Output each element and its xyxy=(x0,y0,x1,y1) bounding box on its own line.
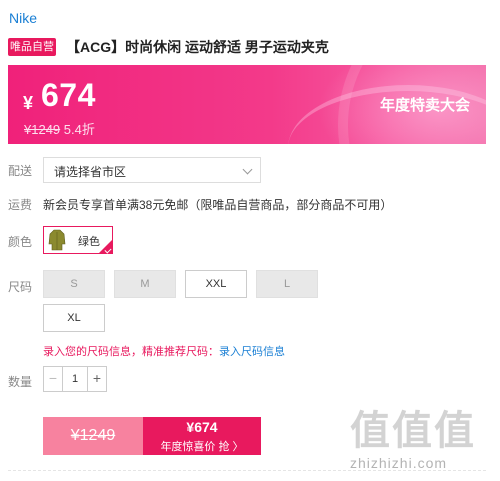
region-select[interactable]: 请选择省市区 xyxy=(43,157,261,183)
size-hint-link[interactable]: 录入尺码信息 xyxy=(219,346,285,358)
size-label: 尺码 xyxy=(8,280,33,294)
original-price-button[interactable]: ¥1249 xyxy=(43,417,143,455)
original-price: ¥1249 xyxy=(24,122,61,137)
size-option-xxl[interactable]: XXL xyxy=(185,270,247,298)
original-price-button-label: ¥1249 xyxy=(70,427,116,444)
region-select-value: 请选择省市区 xyxy=(54,165,127,179)
product-title: 【ACG】时尚休闲 运动舒适 男子运动夹克 xyxy=(66,39,329,55)
sale-price: 674 xyxy=(41,77,96,113)
size-option-l[interactable]: L xyxy=(256,270,318,298)
size-option-m[interactable]: M xyxy=(114,270,176,298)
size-hint: 录入您的尺码信息，精准推荐尺码：录入尺码信息 xyxy=(43,343,285,359)
size-option-s[interactable]: S xyxy=(43,270,105,298)
shipping-label: 配送 xyxy=(8,164,33,178)
quantity-stepper: − 1 + xyxy=(43,366,107,392)
freight-label: 运费 xyxy=(8,198,33,212)
buy-price: ¥674 xyxy=(186,419,218,435)
original-price-line: ¥1249 5.4折 xyxy=(24,119,95,138)
quantity-increase-button[interactable]: + xyxy=(87,367,106,391)
price-banner: ¥ 674 ¥1249 5.4折 年度特卖大会 xyxy=(8,65,486,144)
quantity-decrease-button[interactable]: − xyxy=(44,367,63,391)
color-option-green[interactable]: 绿色 xyxy=(43,226,113,254)
size-option-xl[interactable]: XL xyxy=(43,304,105,332)
chevron-down-icon xyxy=(242,164,253,175)
site-watermark: 值值值 zhizhizhi.com xyxy=(350,398,496,478)
event-title: 年度特卖大会 xyxy=(379,97,470,114)
currency-symbol: ¥ xyxy=(23,93,34,113)
brand-name[interactable]: Nike xyxy=(9,10,37,26)
watermark-logo: 值值值 xyxy=(350,409,476,453)
freight-text: 新会员专享首单满38元免邮（限唯品自营商品，部分商品不可用） xyxy=(43,198,393,212)
color-option-label: 绿色 xyxy=(78,236,100,248)
size-hint-text: 录入您的尺码信息，精准推荐尺码： xyxy=(43,346,219,358)
discount-rate: 5.4折 xyxy=(63,122,95,137)
quantity-label: 数量 xyxy=(8,375,33,389)
buy-now-button[interactable]: ¥674 年度惊喜价 抢 〉 xyxy=(143,417,261,455)
buy-label: 年度惊喜价 抢 〉 xyxy=(160,441,244,453)
quantity-value[interactable]: 1 xyxy=(63,367,87,391)
jacket-thumbnail-icon xyxy=(48,229,66,251)
watermark-url: zhizhizhi.com xyxy=(350,455,448,471)
self-operated-badge: 唯品自营 xyxy=(8,38,56,56)
color-label: 颜色 xyxy=(8,235,33,249)
